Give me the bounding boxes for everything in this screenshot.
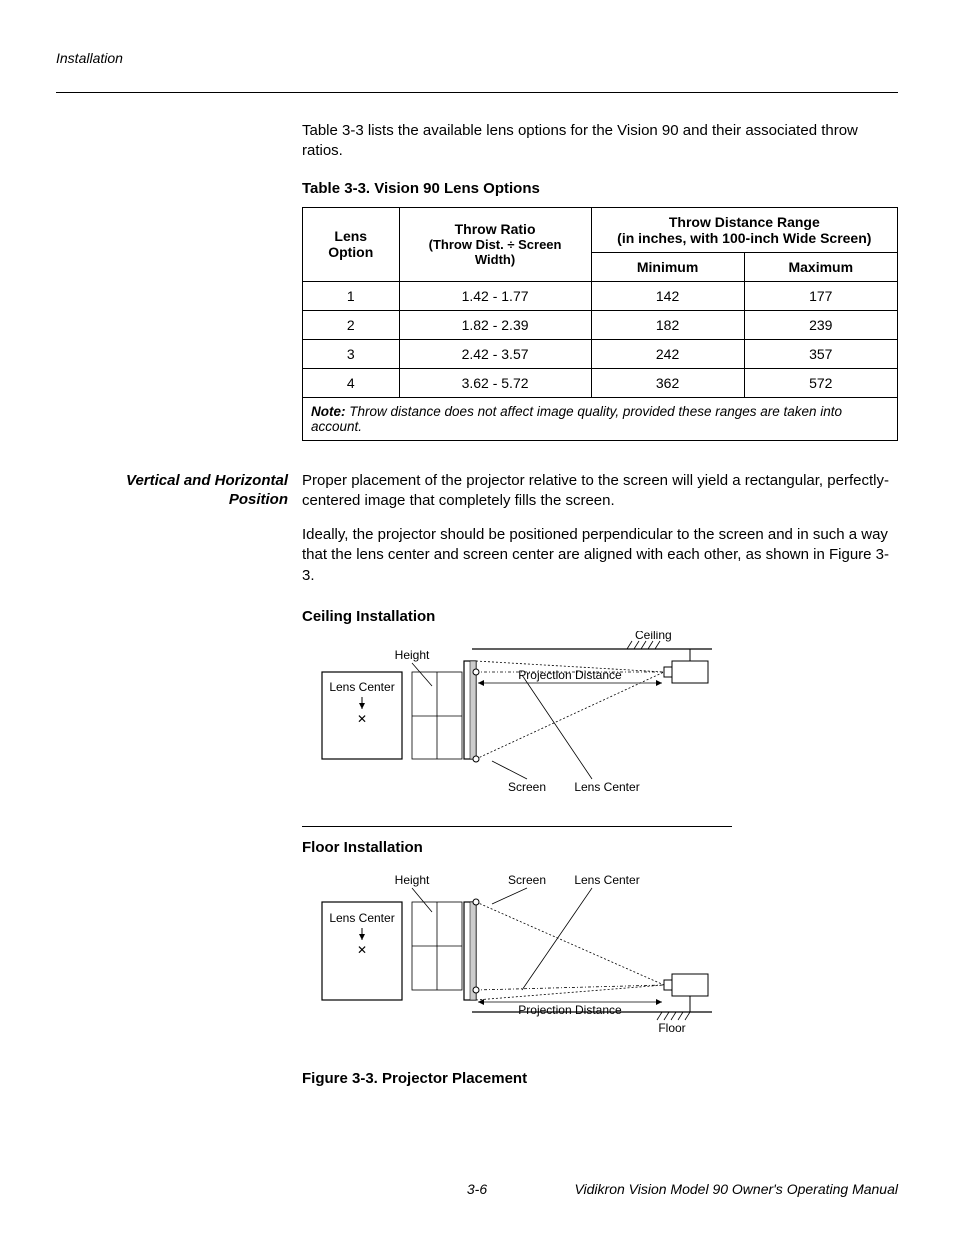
table-header-row-1: Lens Option Throw Ratio (Throw Dist. ÷ S… xyxy=(303,207,898,252)
table-row: 4 3.62 - 5.72 362 572 xyxy=(303,368,898,397)
table-row: 2 1.82 - 2.39 182 239 xyxy=(303,310,898,339)
note-text: Throw distance does not affect image qua… xyxy=(311,404,842,434)
page: Installation Table 3-3 lists the availab… xyxy=(0,0,954,1235)
figure-divider xyxy=(302,826,732,827)
col-throw-ratio: Throw Ratio (Throw Dist. ÷ Screen Width) xyxy=(399,207,591,281)
range-label: Throw Distance Range xyxy=(600,214,889,230)
label-proj-dist: Projection Distance xyxy=(518,668,622,682)
running-header: Installation xyxy=(56,50,898,66)
figure-ceiling-svg: Ceiling xyxy=(302,631,732,806)
cell-opt: 1 xyxy=(303,281,400,310)
header-rule xyxy=(56,92,898,93)
cell-ratio: 1.42 - 1.77 xyxy=(399,281,591,310)
position-para-2: Ideally, the projector should be positio… xyxy=(302,525,898,586)
intro-paragraph: Table 3-3 lists the available lens optio… xyxy=(302,121,898,162)
figure-floor: Floor Installation Height Screen Lens Ce… xyxy=(302,839,898,1042)
position-para-1: Proper placement of the projector relati… xyxy=(302,471,898,512)
figure-ceiling: Ceiling Installation Ceiling xyxy=(302,608,898,827)
table-note-row: Note: Throw distance does not affect ima… xyxy=(303,397,898,440)
figure-ceiling-heading: Ceiling Installation xyxy=(302,608,898,625)
col-lens-option: Lens Option xyxy=(303,207,400,281)
label-lens-center-left: Lens Center xyxy=(329,680,394,694)
page-number: 3-6 xyxy=(467,1181,487,1197)
cell-min: 362 xyxy=(591,368,744,397)
cell-min: 242 xyxy=(591,339,744,368)
table-row: 1 1.42 - 1.77 142 177 xyxy=(303,281,898,310)
figure-caption: Figure 3-3. Projector Placement xyxy=(302,1070,898,1087)
table-title: Table 3-3. Vision 90 Lens Options xyxy=(302,180,898,197)
col-throw-range: Throw Distance Range (in inches, with 10… xyxy=(591,207,897,252)
margin-note-position: Vertical and Horizontal Position xyxy=(98,471,288,510)
lens-options-table: Lens Option Throw Ratio (Throw Dist. ÷ S… xyxy=(302,207,898,441)
manual-title: Vidikron Vision Model 90 Owner's Operati… xyxy=(574,1181,898,1197)
label-floor: Floor xyxy=(658,1021,685,1035)
throw-ratio-label: Throw Ratio xyxy=(408,221,583,237)
label-lens-center-left: Lens Center xyxy=(329,911,394,925)
label-height: Height xyxy=(395,648,430,662)
table-row: 3 2.42 - 3.57 242 357 xyxy=(303,339,898,368)
svg-text:✕: ✕ xyxy=(357,943,367,957)
label-lens-center-bottom: Lens Center xyxy=(574,780,639,794)
col-min: Minimum xyxy=(591,252,744,281)
col-max: Maximum xyxy=(744,252,897,281)
label-lens-center-top: Lens Center xyxy=(574,873,639,887)
content-column: Table 3-3 lists the available lens optio… xyxy=(302,121,898,1087)
cell-max: 572 xyxy=(744,368,897,397)
cell-max: 177 xyxy=(744,281,897,310)
cell-min: 182 xyxy=(591,310,744,339)
label-proj-dist: Projection Distance xyxy=(518,1003,622,1017)
cell-ratio: 3.62 - 5.72 xyxy=(399,368,591,397)
cell-ratio: 2.42 - 3.57 xyxy=(399,339,591,368)
cell-opt: 3 xyxy=(303,339,400,368)
position-section: Vertical and Horizontal Position Proper … xyxy=(302,471,898,586)
figure-floor-heading: Floor Installation xyxy=(302,839,898,856)
label-screen: Screen xyxy=(508,873,546,887)
range-sub: (in inches, with 100-inch Wide Screen) xyxy=(600,230,889,246)
note-label: Note: xyxy=(311,404,346,419)
throw-ratio-sub: (Throw Dist. ÷ Screen Width) xyxy=(408,237,583,267)
cell-max: 357 xyxy=(744,339,897,368)
label-ceiling: Ceiling xyxy=(635,631,672,642)
cell-opt: 2 xyxy=(303,310,400,339)
cell-min: 142 xyxy=(591,281,744,310)
label-screen: Screen xyxy=(508,780,546,794)
cell-ratio: 1.82 - 2.39 xyxy=(399,310,591,339)
label-height: Height xyxy=(395,873,430,887)
cell-max: 239 xyxy=(744,310,897,339)
cell-opt: 4 xyxy=(303,368,400,397)
svg-text:✕: ✕ xyxy=(357,712,367,726)
figure-floor-svg: Height Screen Lens Center Lens Center ✕ xyxy=(302,862,732,1042)
